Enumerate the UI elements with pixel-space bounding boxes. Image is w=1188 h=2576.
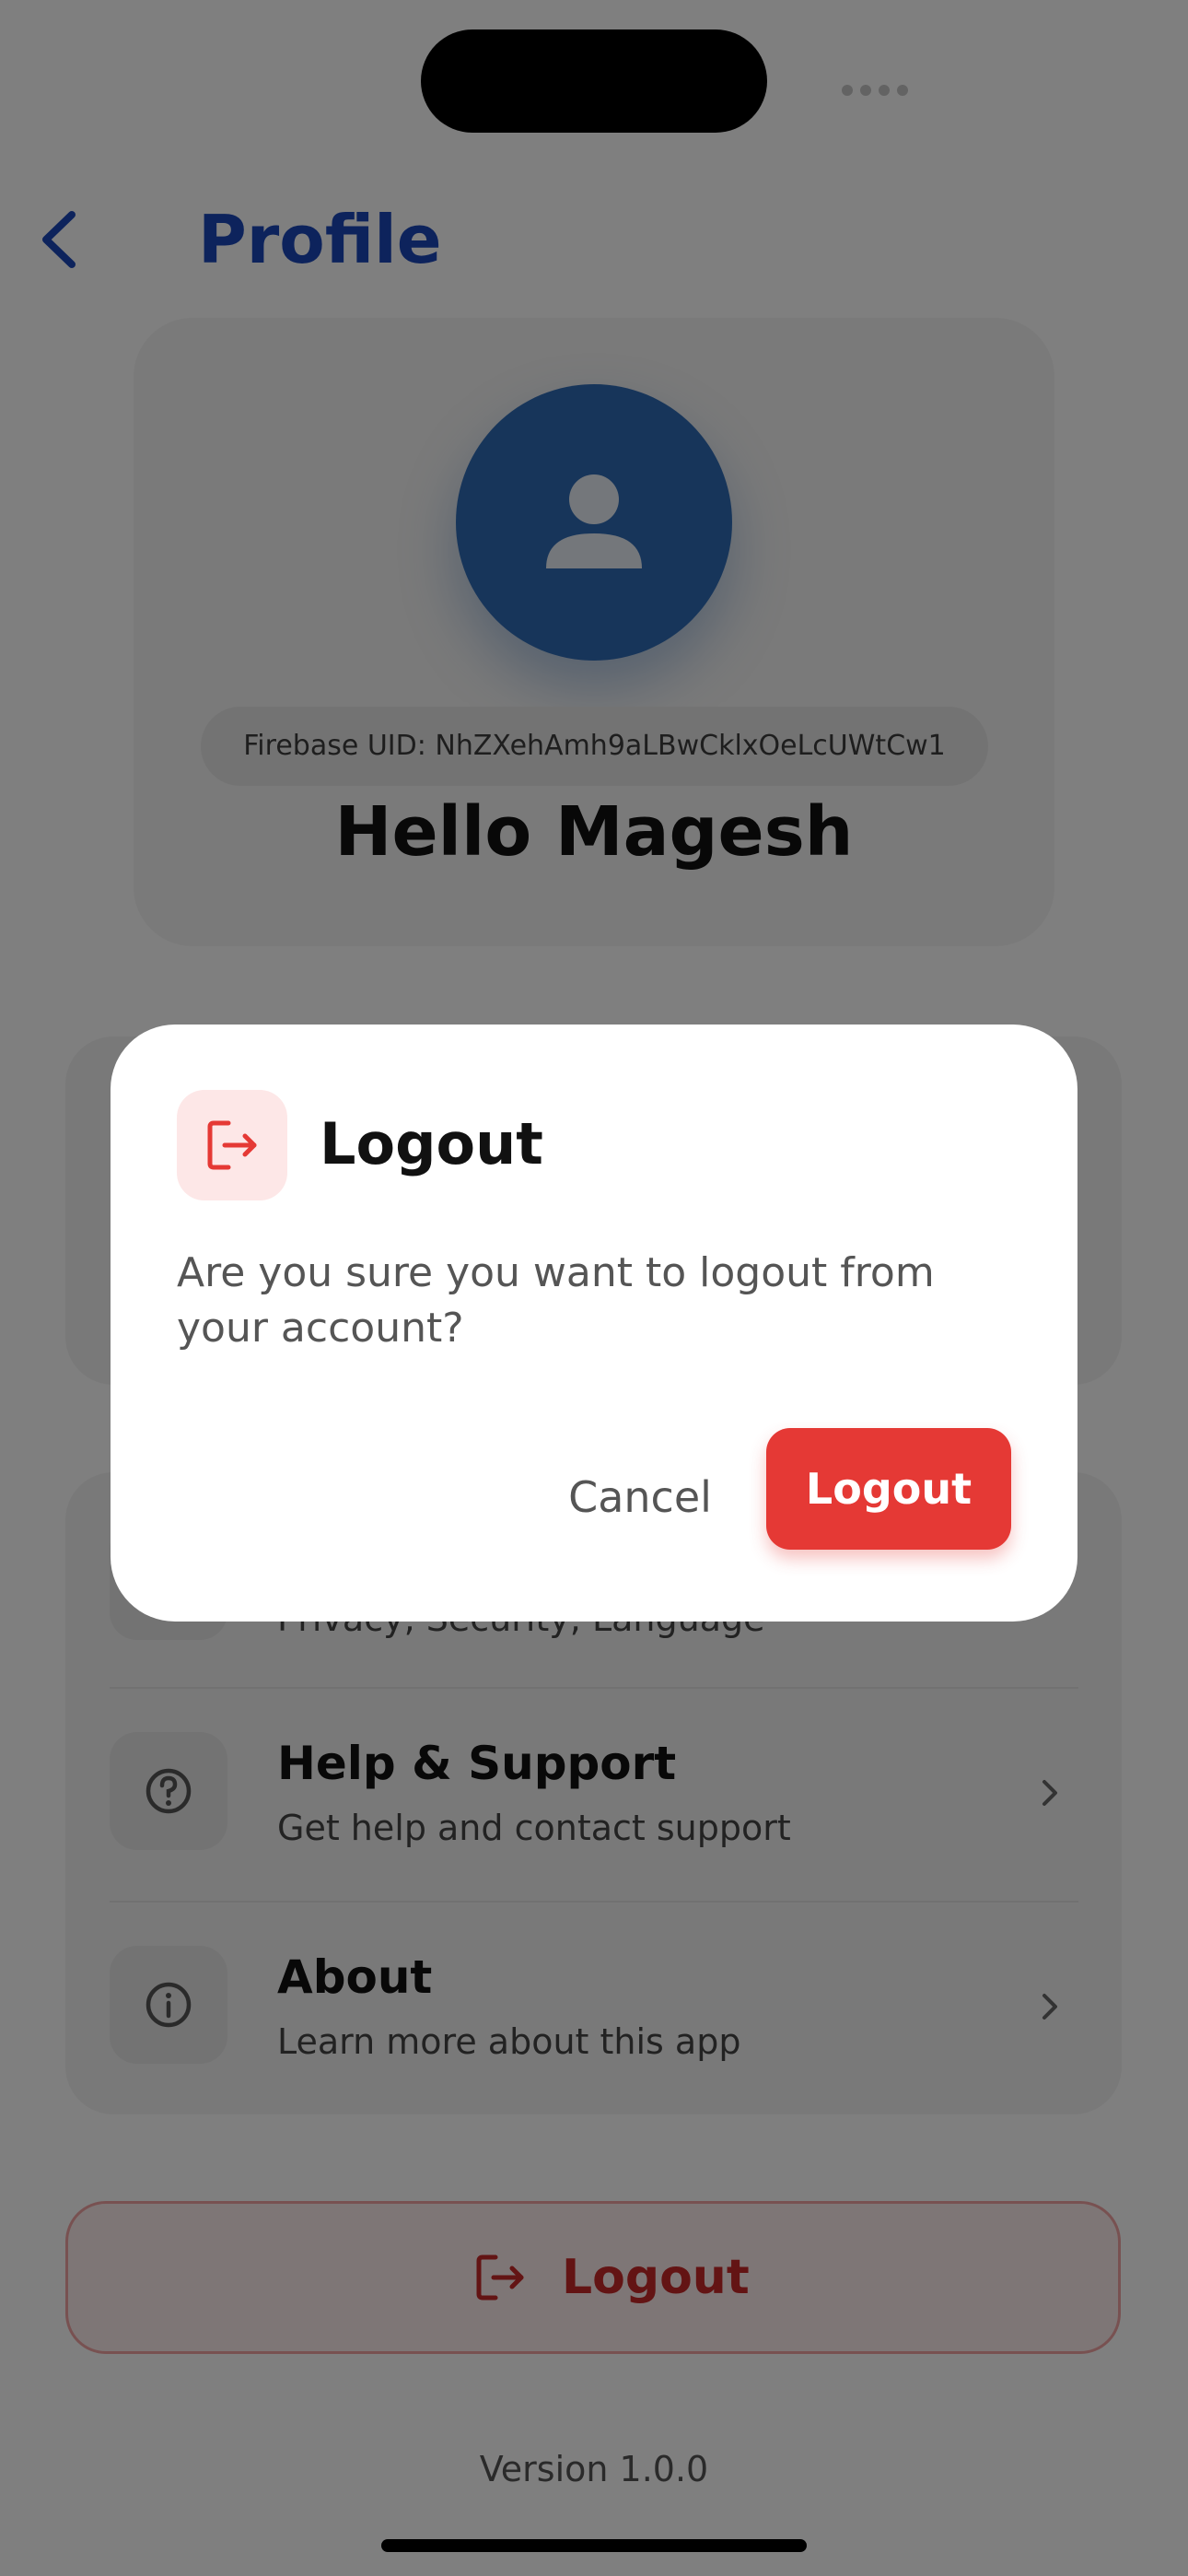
logout-icon: [207, 1120, 257, 1170]
dialog-icon-box: [177, 1090, 287, 1200]
confirm-logout-button[interactable]: Logout: [766, 1428, 1011, 1550]
home-indicator: [381, 2539, 807, 2552]
dialog-message: Are you sure you want to logout from you…: [177, 1249, 935, 1352]
dialog-title: Logout: [320, 1110, 543, 1177]
cancel-button[interactable]: Cancel: [553, 1465, 728, 1529]
